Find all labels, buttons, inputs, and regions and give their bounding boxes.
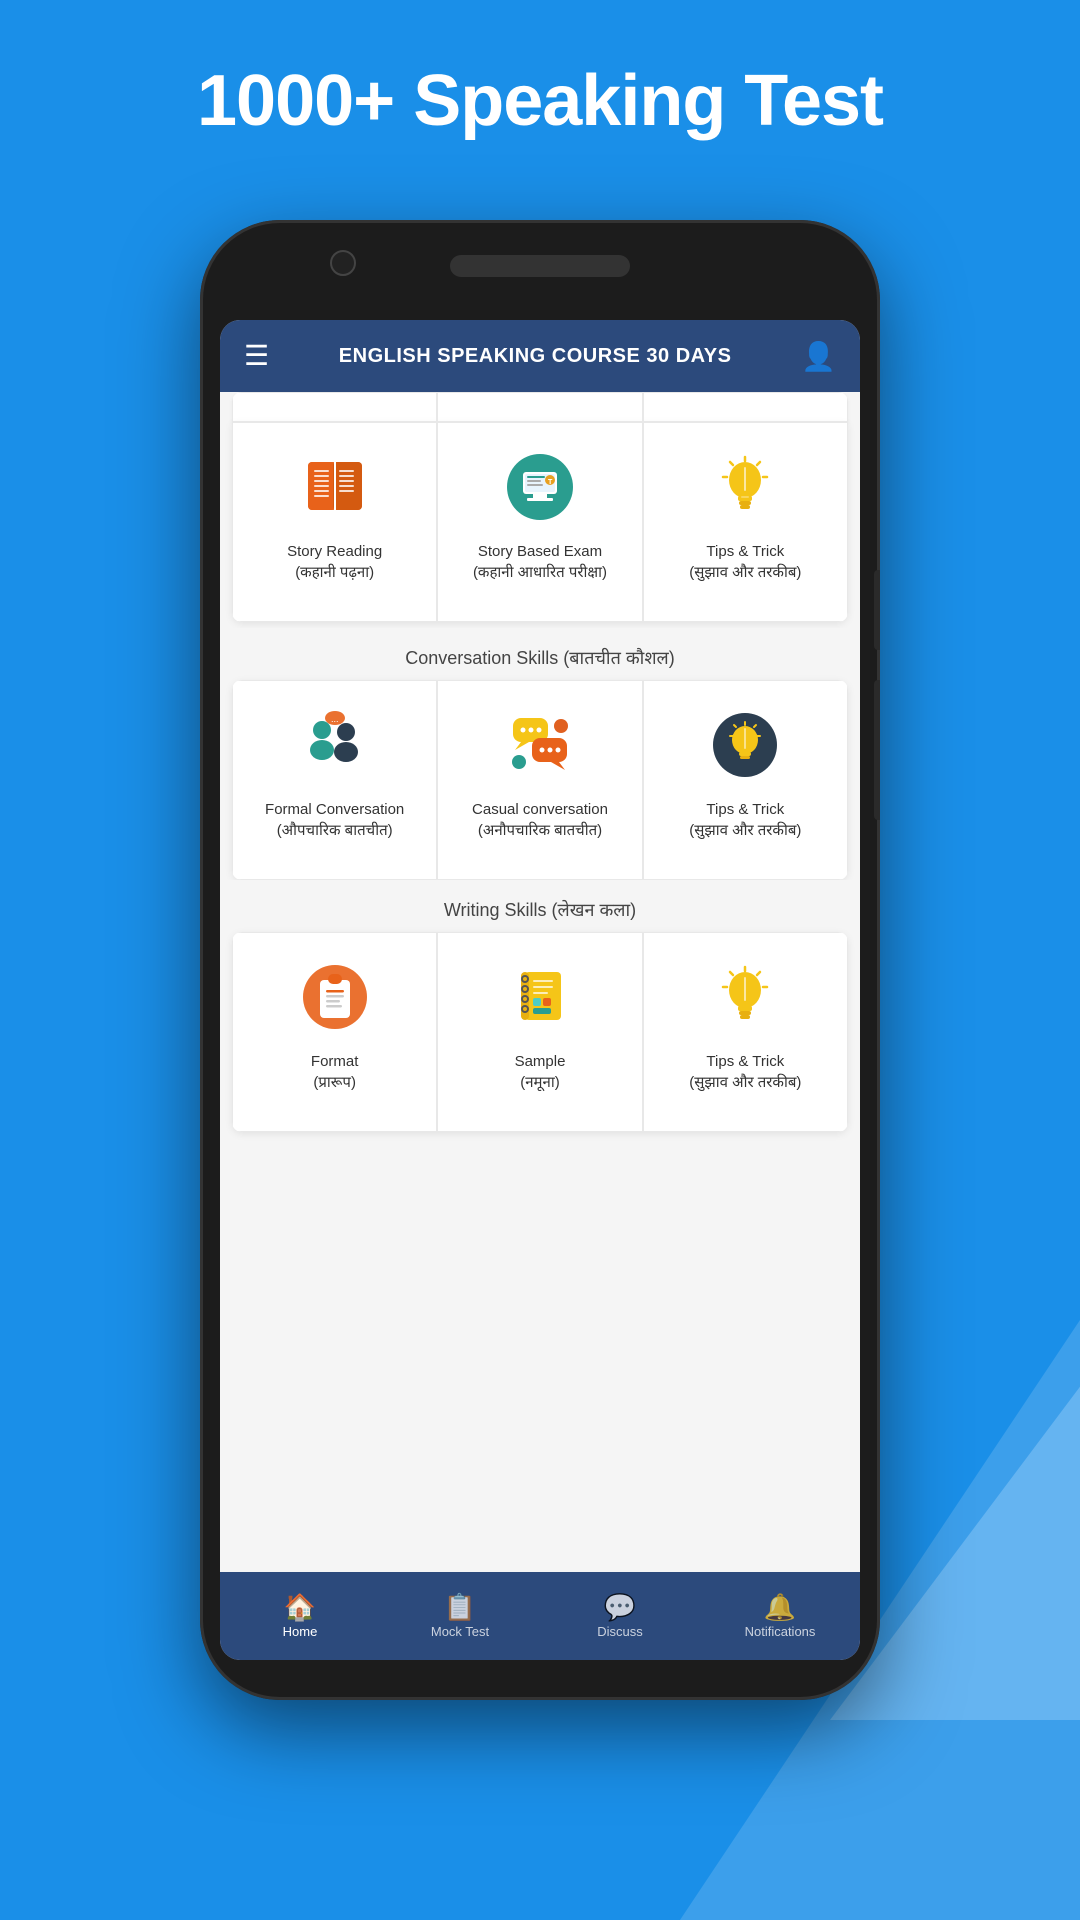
card-story-exam[interactable]: T Story Based Exam (कहानी आधारित परीक्षा… <box>437 422 642 622</box>
notebook-icon <box>500 957 580 1037</box>
card-label-story-exam: Story Based Exam (कहानी आधारित परीक्षा) <box>473 541 607 583</box>
partial-row <box>232 392 848 422</box>
card-label-sample: Sample (नमूना) <box>515 1051 566 1093</box>
card-label-format: Format (प्रारूप) <box>311 1051 359 1093</box>
nav-notifications-label: Notifications <box>745 1624 816 1639</box>
app-header: ☰ ENGLISH SPEAKING COURSE 30 DAYS 👤 <box>220 320 860 392</box>
clipboard-icon <box>295 957 375 1037</box>
card-casual-conversation[interactable]: Casual conversation (अनौपचारिक बातचीत) <box>437 680 642 880</box>
phone-button-1 <box>874 570 880 650</box>
grid-conversation: ... Formal Conversation (औपचारिक बातचीत) <box>232 680 848 880</box>
chat-icon <box>500 705 580 785</box>
phone-screen: ☰ ENGLISH SPEAKING COURSE 30 DAYS 👤 <box>220 320 860 1660</box>
phone-body: ☰ ENGLISH SPEAKING COURSE 30 DAYS 👤 <box>200 220 880 1700</box>
section-label-writing: Writing Skills (लेखन कला) <box>220 880 860 932</box>
bottom-nav: 🏠 Home 📋 Mock Test 💬 Discuss 🔔 Notificat… <box>220 1572 860 1660</box>
card-tips-2[interactable]: Tips & Trick (सुझाव और तरकीब) <box>643 680 848 880</box>
section-label-conversation: Conversation Skills (बातचीत कौशल) <box>220 628 860 680</box>
app-content[interactable]: Story Reading (कहानी पढ़ना) <box>220 392 860 1572</box>
discuss-icon: 💬 <box>604 1594 636 1620</box>
nav-notifications[interactable]: 🔔 Notifications <box>700 1572 860 1660</box>
partial-cell-1 <box>232 392 437 422</box>
card-tips-3[interactable]: Tips & Trick (सुझाव और तरकीब) <box>643 932 848 1132</box>
people-icon: ... <box>295 705 375 785</box>
nav-discuss[interactable]: 💬 Discuss <box>540 1572 700 1660</box>
profile-icon[interactable]: 👤 <box>801 340 836 373</box>
card-label-casual: Casual conversation (अनौपचारिक बातचीत) <box>472 799 608 841</box>
home-icon: 🏠 <box>284 1594 316 1620</box>
nav-discuss-label: Discuss <box>597 1624 643 1639</box>
grid-writing: Format (प्रारूप) <box>232 932 848 1132</box>
card-tips-1[interactable]: Tips & Trick (सुझाव और तरकीब) <box>643 422 848 622</box>
card-story-reading[interactable]: Story Reading (कहानी पढ़ना) <box>232 422 437 622</box>
card-label-tips-3: Tips & Trick (सुझाव और तरकीब) <box>689 1051 801 1093</box>
nav-home-label: Home <box>283 1624 318 1639</box>
nav-home[interactable]: 🏠 Home <box>220 1572 380 1660</box>
book-icon <box>295 447 375 527</box>
phone-mockup: ☰ ENGLISH SPEAKING COURSE 30 DAYS 👤 <box>200 220 880 1700</box>
nav-mock-test-label: Mock Test <box>431 1624 489 1639</box>
phone-speaker <box>450 255 630 277</box>
bulb-yellow-icon <box>705 447 785 527</box>
card-sample[interactable]: Sample (नमूना) <box>437 932 642 1132</box>
svg-text:...: ... <box>331 714 339 724</box>
card-label-tips-1: Tips & Trick (सुझाव और तरकीब) <box>689 541 801 583</box>
partial-cell-2 <box>437 392 642 422</box>
svg-text:T: T <box>548 479 553 486</box>
headline: 1000+ Speaking Test <box>0 60 1080 142</box>
phone-button-2 <box>874 680 880 820</box>
card-label-story-reading: Story Reading (कहानी पढ़ना) <box>287 541 382 583</box>
mock-test-icon: 📋 <box>444 1594 476 1620</box>
menu-icon[interactable]: ☰ <box>244 342 269 370</box>
partial-cell-3 <box>643 392 848 422</box>
card-formal-conversation[interactable]: ... Formal Conversation (औपचारिक बातचीत) <box>232 680 437 880</box>
phone-camera <box>330 250 356 276</box>
monitor-icon: T <box>500 447 580 527</box>
bulb-dark-icon <box>705 705 785 785</box>
bulb-icon-3 <box>705 957 785 1037</box>
card-format[interactable]: Format (प्रारूप) <box>232 932 437 1132</box>
app-title: ENGLISH SPEAKING COURSE 30 DAYS <box>269 345 801 368</box>
section-reading: Story Reading (कहानी पढ़ना) <box>232 422 848 622</box>
notifications-icon: 🔔 <box>764 1594 796 1620</box>
grid-reading: Story Reading (कहानी पढ़ना) <box>232 422 848 622</box>
card-label-formal: Formal Conversation (औपचारिक बातचीत) <box>265 799 404 841</box>
card-label-tips-2: Tips & Trick (सुझाव और तरकीब) <box>689 799 801 841</box>
nav-mock-test[interactable]: 📋 Mock Test <box>380 1572 540 1660</box>
